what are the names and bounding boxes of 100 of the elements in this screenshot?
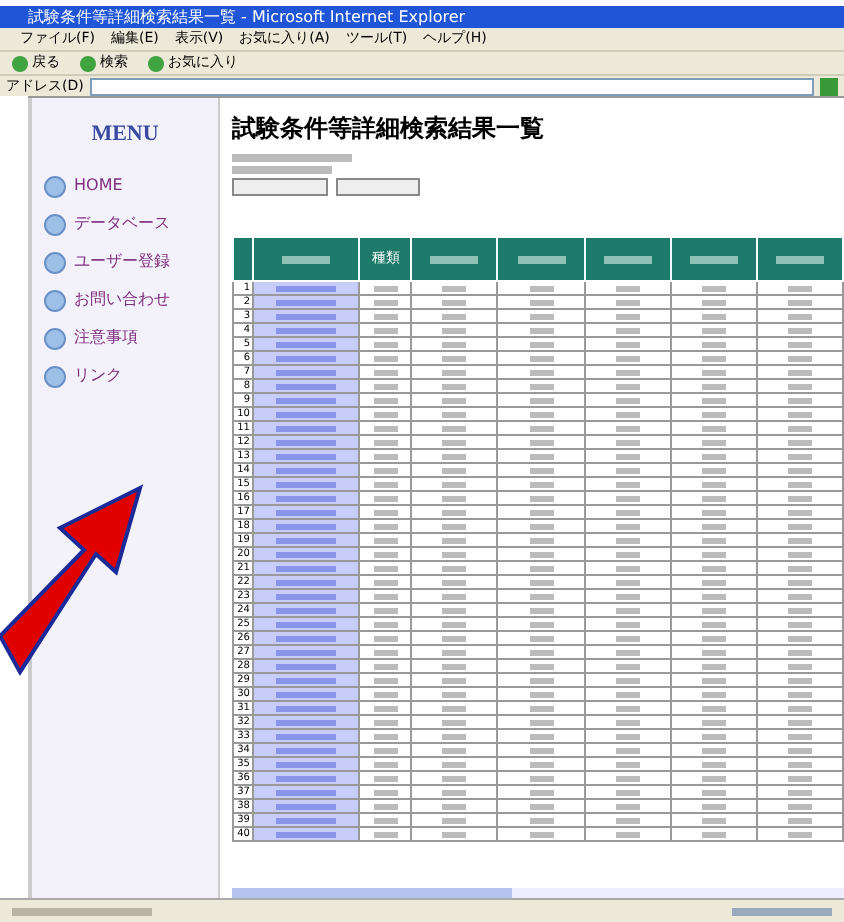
illegible-text: [373, 341, 398, 347]
illegible-text: [787, 439, 812, 445]
illegible-text: [442, 509, 467, 515]
page-button[interactable]: [336, 178, 420, 196]
illegible-text: [529, 691, 554, 697]
illegible-text: [276, 369, 337, 375]
horizontal-scrollbar[interactable]: [232, 888, 844, 898]
illegible-text: [787, 621, 812, 627]
illegible-text: [615, 663, 640, 669]
illegible-text: [276, 789, 337, 795]
illegible-text: [373, 299, 398, 305]
illegible-text: [615, 341, 640, 347]
illegible-text: [615, 649, 640, 655]
illegible-text: [442, 453, 467, 459]
illegible-text: [276, 691, 337, 697]
illegible-text: [787, 747, 812, 753]
illegible-text: [373, 593, 398, 599]
illegible-text: [442, 579, 467, 585]
illegible-text: [529, 705, 554, 711]
illegible-text: [232, 166, 332, 174]
illegible-text: [442, 439, 467, 445]
illegible-text: [373, 789, 398, 795]
toolbar-icon: [148, 55, 164, 71]
sidebar-link[interactable]: データベース: [44, 213, 206, 235]
illegible-text: [442, 369, 467, 375]
illegible-text: [529, 607, 554, 613]
illegible-text: [701, 803, 726, 809]
illegible-text: [529, 537, 554, 543]
illegible-text: [787, 831, 812, 837]
illegible-text: [276, 397, 337, 403]
illegible-text: [529, 775, 554, 781]
illegible-text: [701, 481, 726, 487]
illegible-text: [615, 579, 640, 585]
illegible-text: [701, 467, 726, 473]
illegible-text: [373, 621, 398, 627]
illegible-text: [701, 565, 726, 571]
illegible-text: [276, 677, 337, 683]
illegible-text: [276, 705, 337, 711]
illegible-text: [373, 635, 398, 641]
illegible-text: [442, 621, 467, 627]
sidebar-link[interactable]: HOME: [44, 175, 206, 197]
illegible-text: [442, 733, 467, 739]
illegible-text: [615, 327, 640, 333]
illegible-text: [276, 285, 337, 291]
illegible-text: [787, 355, 812, 361]
illegible-text: [615, 789, 640, 795]
illegible-text: [787, 579, 812, 585]
illegible-text: [615, 369, 640, 375]
illegible-text: [442, 341, 467, 347]
illegible-text: [373, 705, 398, 711]
illegible-text: [373, 397, 398, 403]
illegible-text: [689, 255, 738, 263]
illegible-text: [701, 635, 726, 641]
illegible-text: [787, 327, 812, 333]
illegible-text: [373, 775, 398, 781]
go-icon[interactable]: [820, 77, 838, 95]
illegible-text: [373, 369, 398, 375]
illegible-text: [787, 299, 812, 305]
sidebar-link[interactable]: お問い合わせ: [44, 289, 206, 311]
illegible-text: [373, 285, 398, 291]
illegible-text: [701, 719, 726, 725]
illegible-text: [529, 747, 554, 753]
illegible-text: [529, 369, 554, 375]
illegible-text: [787, 285, 812, 291]
page-button[interactable]: [232, 178, 328, 196]
illegible-text: [701, 789, 726, 795]
illegible-text: [373, 467, 398, 473]
illegible-text: [615, 677, 640, 683]
illegible-text: [373, 481, 398, 487]
illegible-text: [373, 425, 398, 431]
illegible-text: [529, 663, 554, 669]
illegible-text: [615, 621, 640, 627]
illegible-text: [529, 411, 554, 417]
illegible-text: [442, 383, 467, 389]
sidebar-link[interactable]: リンク: [44, 365, 206, 387]
illegible-text: [232, 154, 352, 162]
illegible-text: [373, 313, 398, 319]
illegible-text: [276, 719, 337, 725]
illegible-text: [787, 803, 812, 809]
illegible-text: [373, 649, 398, 655]
toolbar-icon: [12, 55, 28, 71]
sidebar-link[interactable]: ユーザー登録: [44, 251, 206, 273]
illegible-text: [615, 761, 640, 767]
illegible-text: [701, 761, 726, 767]
illegible-text: [615, 355, 640, 361]
illegible-text: [442, 719, 467, 725]
illegible-text: [701, 579, 726, 585]
illegible-text: [701, 537, 726, 543]
illegible-text: [442, 495, 467, 501]
bullet-icon: [44, 251, 66, 273]
illegible-text: [787, 369, 812, 375]
illegible-text: [442, 761, 467, 767]
illegible-text: [701, 775, 726, 781]
illegible-text: [701, 663, 726, 669]
illegible-text: [615, 439, 640, 445]
sidebar-link[interactable]: 注意事項: [44, 327, 206, 349]
illegible-text: [787, 397, 812, 403]
illegible-text: [276, 425, 337, 431]
address-field[interactable]: [89, 77, 814, 95]
illegible-text: [276, 481, 337, 487]
